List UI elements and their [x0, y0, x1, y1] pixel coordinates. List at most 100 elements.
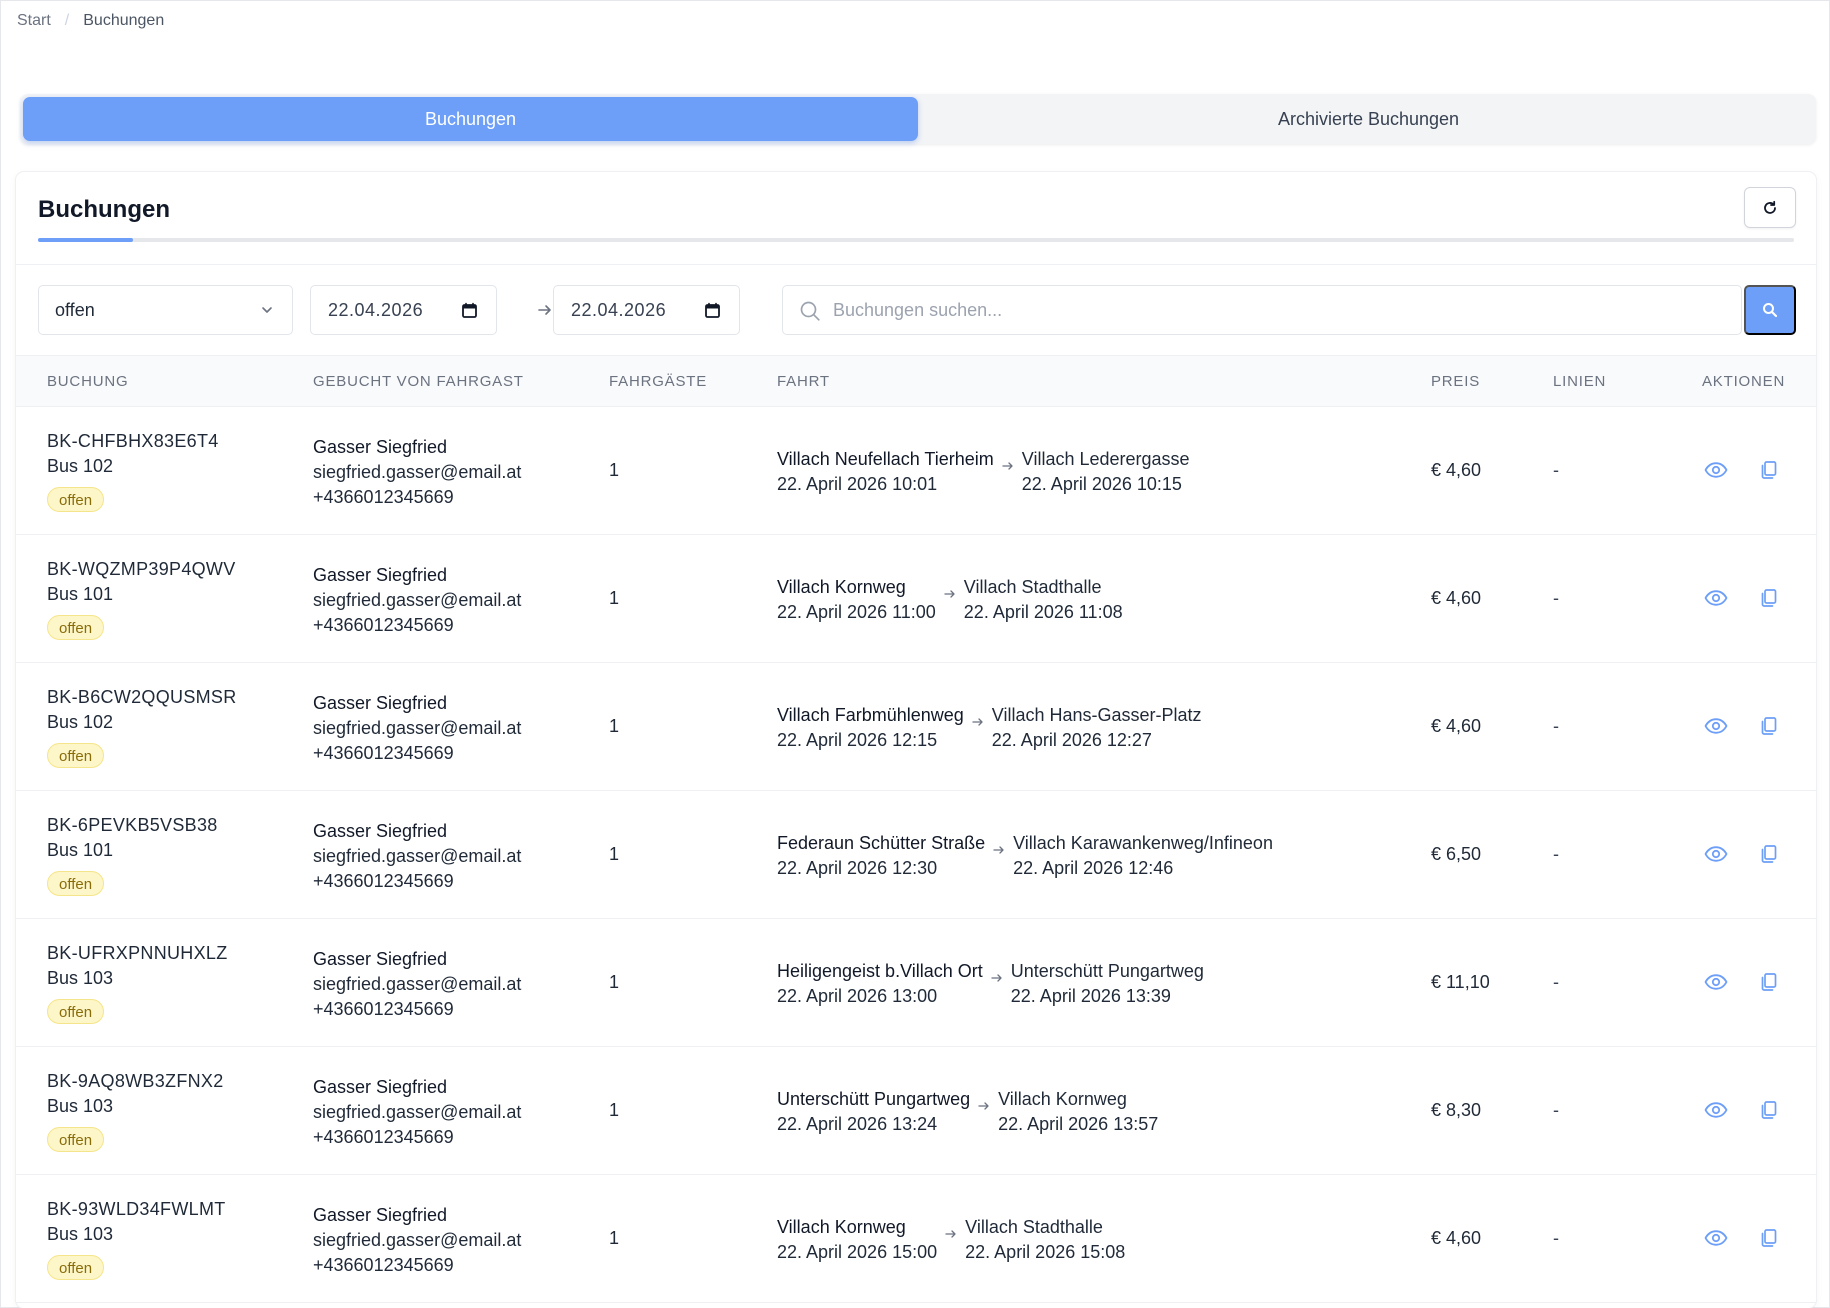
bookings-card: Buchungen offen 22.04.2026 22.04.2026 Bu…	[16, 172, 1816, 1308]
view-button[interactable]	[1700, 1096, 1732, 1124]
calendar-icon[interactable]	[461, 302, 478, 319]
trip-cell: Unterschütt Pungartweg 22. April 2026 13…	[777, 1087, 1158, 1137]
guest-phone: +4366012345669	[313, 743, 454, 763]
copy-button[interactable]	[1753, 712, 1785, 740]
copy-button[interactable]	[1753, 1096, 1785, 1124]
table-row[interactable]: BK-UFRXPNNUHXLZ Bus 103 offen Gasser Sie…	[16, 919, 1816, 1047]
row-actions	[1700, 584, 1785, 612]
loading-progress	[38, 238, 1794, 242]
view-button[interactable]	[1700, 1224, 1732, 1252]
table-row[interactable]: BK-93WLD34FWLMT Bus 103 offen Gasser Sie…	[16, 1175, 1816, 1303]
arrow-right-icon	[1002, 462, 1013, 470]
trip-to: Villach Karawankenweg/Infineon 22. April…	[1013, 831, 1273, 881]
filter-bar: offen 22.04.2026 22.04.2026 Buchungen su…	[38, 285, 1796, 335]
view-button[interactable]	[1700, 840, 1732, 868]
copy-button[interactable]	[1753, 1224, 1785, 1252]
breadcrumb-separator: /	[64, 12, 70, 29]
copy-icon	[1761, 589, 1777, 607]
trip-cell: Villach Kornweg 22. April 2026 11:00 Vil…	[777, 575, 1123, 625]
view-button[interactable]	[1700, 968, 1732, 996]
status-badge: offen	[47, 1255, 105, 1280]
to-time: 22. April 2026 15:08	[965, 1242, 1126, 1262]
price: € 4,60	[1431, 1228, 1482, 1248]
header-booking[interactable]: BUCHUNG	[47, 373, 128, 390]
price: € 6,50	[1431, 844, 1482, 864]
from-stop: Unterschütt Pungartweg	[777, 1089, 971, 1109]
view-button[interactable]	[1700, 712, 1732, 740]
booking-cell: BK-WQZMP39P4QWV Bus 101 offen	[47, 557, 236, 640]
table-row[interactable]: BK-B6CW2QQUSMSR Bus 102 offen Gasser Sie…	[16, 663, 1816, 791]
view-button[interactable]	[1700, 456, 1732, 484]
trip-to: Unterschütt Pungartweg 22. April 2026 13…	[1011, 959, 1204, 1009]
guest-cell: Gasser Siegfried siegfried.gasser@email.…	[313, 691, 521, 766]
booking-code[interactable]: BK-6PEVKB5VSB38	[47, 813, 218, 838]
date-from-value: 22.04.2026	[328, 299, 424, 320]
status-select-value: offen	[55, 299, 95, 320]
copy-button[interactable]	[1753, 584, 1785, 612]
calendar-icon[interactable]	[704, 302, 721, 319]
lines: -	[1553, 844, 1559, 864]
booking-code[interactable]: BK-93WLD34FWLMT	[47, 1197, 226, 1222]
copy-button[interactable]	[1753, 456, 1785, 484]
arrow-right-icon	[538, 305, 551, 315]
trip-to: Villach Hans-Gasser-Platz 22. April 2026…	[992, 703, 1202, 753]
booking-cell: BK-B6CW2QQUSMSR Bus 102 offen	[47, 685, 237, 768]
eye-icon	[1704, 462, 1728, 478]
header-price[interactable]: PREIS	[1431, 373, 1480, 390]
arrow-right-icon	[945, 1230, 956, 1238]
from-time: 22. April 2026 13:24	[777, 1114, 938, 1134]
lines: -	[1553, 588, 1559, 608]
guest-name: Gasser Siegfried	[313, 1077, 448, 1097]
tab-archivierte-buchungen[interactable]: Archivierte Buchungen	[921, 94, 1816, 144]
price: € 4,60	[1431, 716, 1482, 736]
to-time: 22. April 2026 11:08	[963, 602, 1123, 622]
to-stop: Villach Stadthalle	[965, 1217, 1103, 1237]
date-from-field[interactable]: 22.04.2026	[310, 285, 497, 335]
booking-code[interactable]: BK-CHFBHX83E6T4	[47, 429, 219, 454]
search-input[interactable]: Buchungen suchen...	[782, 285, 1742, 335]
table-row[interactable]: BK-6PEVKB5VSB38 Bus 101 offen Gasser Sie…	[16, 791, 1816, 919]
header-guest[interactable]: GEBUCHT VON FAHRGAST	[313, 373, 524, 390]
from-stop: Villach Kornweg	[777, 1217, 906, 1237]
loading-progress-fill	[38, 238, 133, 242]
lines: -	[1553, 972, 1559, 992]
header-pax[interactable]: FAHRGÄSTE	[609, 373, 707, 390]
breadcrumb: Start / Buchungen	[17, 12, 164, 30]
table-row[interactable]: BK-CHFBHX83E6T4 Bus 102 offen Gasser Sie…	[16, 407, 1816, 535]
header-trip[interactable]: FAHRT	[777, 373, 830, 390]
copy-button[interactable]	[1753, 968, 1785, 996]
from-stop: Villach Kornweg	[777, 577, 906, 597]
booking-code[interactable]: BK-9AQ8WB3ZFNX2	[47, 1069, 224, 1094]
search-button[interactable]	[1744, 285, 1796, 335]
from-stop: Federaun Schütter Straße	[777, 833, 986, 853]
copy-icon	[1761, 973, 1777, 991]
breadcrumb-home[interactable]: Start	[17, 12, 51, 30]
lines: -	[1553, 1100, 1559, 1120]
to-stop: Unterschütt Pungartweg	[1010, 961, 1204, 981]
guest-name: Gasser Siegfried	[313, 693, 448, 713]
guest-email: siegfried.gasser@email.at	[313, 1230, 522, 1250]
view-button[interactable]	[1700, 584, 1732, 612]
status-badge: offen	[47, 999, 105, 1024]
table-row[interactable]: BK-WQZMP39P4QWV Bus 101 offen Gasser Sie…	[16, 535, 1816, 663]
guest-email: siegfried.gasser@email.at	[313, 590, 522, 610]
booking-code[interactable]: BK-WQZMP39P4QWV	[47, 557, 236, 582]
trip-from: Villach Neufellach Tierheim 22. April 20…	[777, 447, 994, 497]
arrow-right-icon	[991, 974, 1002, 982]
booking-code[interactable]: BK-B6CW2QQUSMSR	[47, 685, 237, 710]
guest-phone: +4366012345669	[313, 999, 454, 1019]
booking-cell: BK-93WLD34FWLMT Bus 103 offen	[47, 1197, 226, 1280]
from-time: 22. April 2026 12:15	[777, 730, 938, 750]
guest-cell: Gasser Siegfried siegfried.gasser@email.…	[313, 435, 521, 510]
date-to-field[interactable]: 22.04.2026	[553, 285, 740, 335]
pax-count: 1	[609, 1228, 620, 1248]
copy-button[interactable]	[1753, 840, 1785, 868]
header-lines[interactable]: LINIEN	[1553, 373, 1606, 390]
tab-buchungen[interactable]: Buchungen	[23, 97, 918, 141]
status-select[interactable]: offen	[38, 285, 293, 335]
to-time: 22. April 2026 10:15	[1021, 474, 1182, 494]
refresh-button[interactable]	[1744, 187, 1796, 228]
table-row[interactable]: BK-9AQ8WB3ZFNX2 Bus 103 offen Gasser Sie…	[16, 1047, 1816, 1175]
guest-name: Gasser Siegfried	[313, 1205, 448, 1225]
booking-code[interactable]: BK-UFRXPNNUHXLZ	[47, 941, 228, 966]
